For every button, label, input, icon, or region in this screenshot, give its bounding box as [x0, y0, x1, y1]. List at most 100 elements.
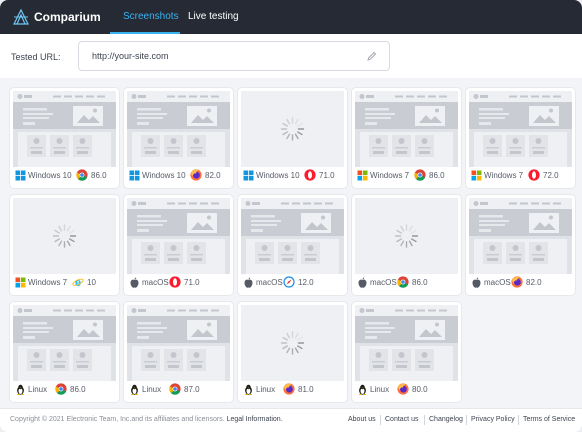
screenshot-preview[interactable] [355, 91, 458, 167]
browser-version: 71.0 [319, 171, 335, 180]
screenshot-details: Windows 7 e 10 [13, 277, 116, 293]
screenshot-card[interactable]: Linux 81.0 [238, 302, 347, 402]
screenshot-details: macOS 71.0 [127, 276, 230, 293]
screenshot-card[interactable]: Windows 7 72.0 [466, 88, 575, 188]
browser-version: 82.0 [205, 171, 221, 180]
pencil-icon[interactable] [367, 51, 377, 61]
browser-version: 10 [87, 278, 96, 287]
browser-version: 72.0 [543, 171, 559, 180]
screenshot-card[interactable]: macOS 82.0 [466, 195, 575, 295]
browser-version: 87.0 [184, 385, 200, 394]
browser-version: 12.0 [298, 278, 314, 287]
browser-version: 86.0 [70, 385, 86, 394]
screenshot-preview[interactable] [13, 305, 116, 381]
page-preview-image [469, 91, 572, 167]
legal-information-link[interactable]: Legal Information. [227, 416, 283, 423]
screenshot-preview[interactable] [355, 305, 458, 381]
page-preview-image [13, 91, 116, 167]
screenshot-details: Linux 80.0 [355, 383, 458, 400]
linux-icon [131, 384, 138, 395]
firefox-icon [190, 169, 202, 181]
screenshot-preview[interactable] [13, 91, 116, 167]
screenshot-card[interactable]: Linux 80.0 [352, 302, 461, 402]
svg-text:e: e [75, 277, 81, 288]
screenshot-card[interactable]: Windows 7 86.0 [352, 88, 461, 188]
screenshot-card[interactable]: macOS 12.0 [238, 195, 347, 295]
screenshot-details: macOS 86.0 [355, 276, 458, 293]
screenshot-card[interactable]: Linux 87.0 [124, 302, 233, 402]
screenshot-details: Windows 10 86.0 [13, 169, 116, 186]
os-name: macOS [370, 278, 397, 287]
opera-icon [528, 169, 540, 181]
screenshot-details: Windows 7 72.0 [469, 169, 572, 186]
screenshot-card[interactable]: Windows 7 e 10 [10, 195, 119, 295]
screenshot-card[interactable]: macOS 86.0 [352, 195, 461, 295]
browser-version: 86.0 [429, 171, 445, 180]
screenshot-details: macOS 82.0 [469, 276, 572, 293]
screenshot-preview[interactable] [127, 91, 230, 167]
screenshot-details: Windows 10 71.0 [241, 169, 344, 186]
footer-link-changelog[interactable]: Changelog [429, 416, 463, 423]
footer-link-privacy-policy[interactable]: Privacy Policy [471, 416, 515, 423]
footer-link-contact-us[interactable]: Contact us [385, 416, 418, 423]
screenshot-details: Linux 81.0 [241, 383, 344, 400]
screenshot-card[interactable]: Windows 10 82.0 [124, 88, 233, 188]
os-name: Windows 7 [484, 171, 524, 180]
top-navigation-bar: Comparium Screenshots Live testing [0, 0, 582, 34]
os-name: Windows 10 [256, 171, 300, 180]
screenshot-details: Linux 87.0 [127, 383, 230, 400]
screenshot-card[interactable]: Windows 10 71.0 [238, 88, 347, 188]
screenshot-preview[interactable] [469, 198, 572, 274]
chrome-icon [397, 276, 409, 288]
windows-10-icon [15, 170, 26, 181]
screenshot-preview[interactable] [241, 91, 344, 167]
screenshot-details: Windows 10 82.0 [127, 169, 230, 186]
os-name: Windows 7 [370, 171, 410, 180]
linux-icon [245, 384, 252, 395]
macos-icon [244, 277, 253, 288]
screenshot-preview[interactable] [127, 305, 230, 381]
firefox-icon [283, 383, 295, 395]
windows-10-icon [129, 170, 140, 181]
footer-divider [424, 415, 425, 425]
tested-url-input[interactable] [78, 41, 390, 71]
os-name: Linux [28, 385, 48, 394]
windows-7-icon [15, 277, 26, 288]
browser-version: 81.0 [298, 385, 314, 394]
tab-live-testing[interactable]: Live testing [188, 11, 239, 22]
screenshot-preview[interactable] [355, 198, 458, 274]
linux-icon [359, 384, 366, 395]
screenshot-preview[interactable] [13, 198, 116, 274]
macos-icon [358, 277, 367, 288]
os-name: Windows 7 [28, 278, 68, 287]
comparium-logo-icon[interactable] [12, 8, 30, 26]
screenshot-card[interactable]: Linux 86.0 [10, 302, 119, 402]
screenshot-preview[interactable] [469, 91, 572, 167]
os-name: macOS [256, 278, 283, 287]
browser-version: 86.0 [91, 171, 107, 180]
footer-link-about-us[interactable]: About us [348, 416, 376, 423]
tested-url-label: Tested URL: [11, 52, 61, 62]
screenshot-preview[interactable] [241, 198, 344, 274]
firefox-icon [511, 276, 523, 288]
screenshot-details: macOS 12.0 [241, 276, 344, 293]
app-window: Comparium Screenshots Live testing Teste… [0, 0, 582, 432]
opera-icon [169, 276, 181, 288]
screenshot-preview[interactable] [241, 305, 344, 381]
macos-icon [130, 277, 139, 288]
footer: Copyright © 2021 Electronic Team, Inc.an… [0, 408, 582, 432]
screenshot-card[interactable]: macOS 71.0 [124, 195, 233, 295]
chrome-icon [414, 169, 426, 181]
screenshot-preview[interactable] [127, 198, 230, 274]
ie-icon: e [72, 277, 84, 288]
tested-url-bar: Tested URL: [0, 34, 582, 78]
page-preview-image [355, 305, 458, 381]
loading-spinner-icon [13, 198, 116, 274]
screenshot-card[interactable]: Windows 10 86.0 [10, 88, 119, 188]
browser-version: 71.0 [184, 278, 200, 287]
macos-icon [472, 277, 481, 288]
tab-screenshots[interactable]: Screenshots [123, 11, 179, 22]
footer-link-terms-of-service[interactable]: Terms of Service [523, 416, 575, 423]
footer-divider [380, 415, 381, 425]
chrome-icon [76, 169, 88, 181]
